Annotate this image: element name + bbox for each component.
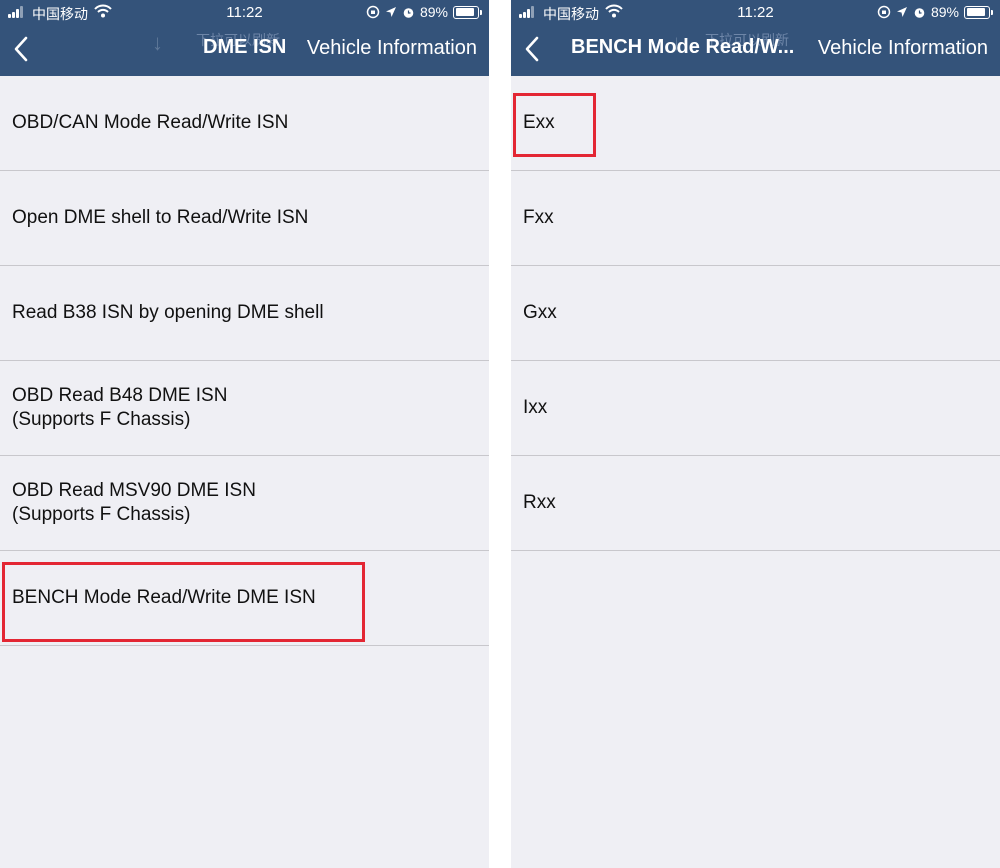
pull-down-arrow-icon: ↓: [152, 30, 163, 55]
list-item-read-b38-isn[interactable]: Read B38 ISN by opening DME shell: [0, 266, 489, 361]
list-item-exx[interactable]: Exx: [511, 76, 1000, 171]
back-chevron-icon[interactable]: [8, 32, 36, 68]
list-item-ixx[interactable]: Ixx: [511, 361, 1000, 456]
chassis-series-list: Exx Fxx Gxx Ixx Rxx: [511, 76, 1000, 551]
screen-dme-isn: 中国移动 11:22 89% ↓ 下拉可以刷新 DME ISN Vehicle …: [0, 0, 489, 868]
list-item-rxx[interactable]: Rxx: [511, 456, 1000, 551]
page-title: DME ISN: [203, 36, 287, 58]
list-item-obd-read-b48[interactable]: OBD Read B48 DME ISN (Supports F Chassis…: [0, 361, 489, 456]
battery-icon: [964, 5, 993, 19]
location-icon: [385, 7, 396, 17]
location-icon: [896, 7, 907, 17]
back-chevron-icon[interactable]: [519, 32, 547, 68]
status-bar: 中国移动 11:22 89%: [511, 0, 1000, 24]
list-item-fxx[interactable]: Fxx: [511, 171, 1000, 266]
list-item-bench-mode[interactable]: BENCH Mode Read/Write DME ISN: [0, 551, 489, 646]
alarm-icon: [403, 7, 414, 18]
list-item-open-dme-shell[interactable]: Open DME shell to Read/Write ISN: [0, 171, 489, 266]
page-title: BENCH Mode Read/W...: [571, 36, 795, 58]
alarm-icon: [914, 7, 925, 18]
page-subtitle: Vehicle Information: [306, 37, 477, 59]
orientation-lock-icon: [877, 5, 891, 19]
dme-isn-options-list: OBD/CAN Mode Read/Write ISN Open DME she…: [0, 76, 489, 646]
navigation-bar: 中国移动 11:22 89%: [0, 0, 489, 76]
battery-percentage: 89%: [419, 4, 448, 20]
status-bar: 中国移动 11:22 89%: [0, 0, 489, 24]
list-item-obd-read-msv90[interactable]: OBD Read MSV90 DME ISN (Supports F Chass…: [0, 456, 489, 551]
page-subtitle: Vehicle Information: [817, 37, 988, 59]
navigation-bar: 中国移动 11:22 89%: [511, 0, 1000, 76]
list-item-obd-can-mode[interactable]: OBD/CAN Mode Read/Write ISN: [0, 76, 489, 171]
battery-percentage: 89%: [930, 4, 959, 20]
orientation-lock-icon: [366, 5, 380, 19]
list-item-gxx[interactable]: Gxx: [511, 266, 1000, 361]
battery-icon: [453, 5, 482, 19]
screen-bench-mode: 中国移动 11:22 89% ↓ 下拉可以刷新 BENCH Mode Read/…: [511, 0, 1000, 868]
